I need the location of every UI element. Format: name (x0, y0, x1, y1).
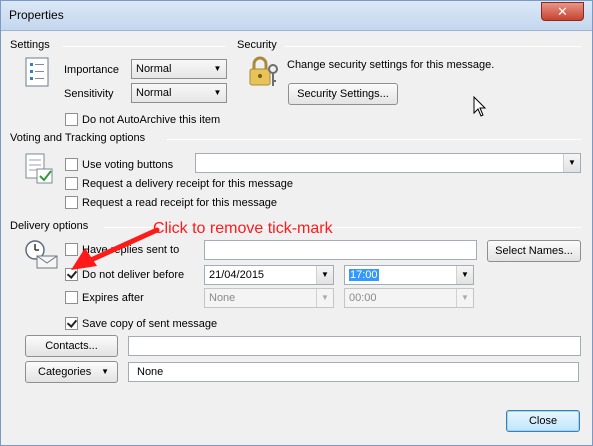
security-description: Change security settings for this messag… (287, 59, 495, 71)
use-voting-label: Use voting buttons (82, 159, 174, 171)
clock-envelope-icon (25, 240, 58, 269)
close-window-icon[interactable]: ✕ (541, 2, 584, 21)
settings-separator (63, 46, 225, 47)
contacts-field[interactable] (128, 336, 581, 356)
categories-value: None (137, 366, 164, 378)
use-voting-checkbox[interactable] (65, 158, 78, 171)
chevron-down-icon: ▼ (316, 289, 333, 307)
chevron-down-icon[interactable]: ▼ (456, 266, 473, 284)
save-copy-label: Save copy of sent message (82, 318, 218, 330)
expires-time-value: 00:00 (349, 292, 377, 304)
window-title: Properties (9, 8, 64, 22)
importance-label: Importance (64, 64, 120, 76)
voting-separator (167, 139, 581, 140)
dialog-body: Settings Importance Normal ▼ Sensitivity… (7, 32, 586, 440)
read-receipt-checkbox[interactable] (65, 196, 78, 209)
read-receipt-label: Request a read receipt for this message (82, 197, 278, 209)
expires-date-picker: None ▼ (204, 288, 334, 308)
chevron-down-icon: ▼ (213, 88, 222, 97)
chevron-down-icon: ▼ (213, 64, 222, 73)
chevron-down-icon: ▼ (456, 289, 473, 307)
voting-buttons-combo[interactable]: ▼ (195, 153, 581, 173)
delivery-receipt-label: Request a delivery receipt for this mess… (82, 178, 293, 190)
chevron-down-icon[interactable]: ▼ (563, 154, 580, 172)
save-copy-checkbox[interactable] (65, 317, 78, 330)
deliver-date-value: 21/04/2015 (209, 269, 265, 281)
security-heading: Security (237, 39, 277, 51)
chevron-down-icon[interactable]: ▼ (316, 266, 333, 284)
chevron-down-icon: ▼ (101, 367, 109, 376)
delivery-receipt-checkbox[interactable] (65, 177, 78, 190)
autoarchive-label: Do not AutoArchive this item (82, 114, 221, 126)
deliver-time-value: 17:00 (349, 269, 379, 281)
importance-dropdown[interactable]: Normal ▼ (131, 59, 227, 79)
importance-value: Normal (136, 63, 172, 75)
padlock-key-icon (249, 56, 278, 86)
annotation-arrow-icon (71, 227, 160, 270)
mouse-cursor-icon (473, 96, 487, 117)
categories-button[interactable]: Categories ▼ (25, 361, 118, 383)
document-list-icon (25, 57, 49, 87)
deliver-time-value-wrap: 17:00 (349, 269, 379, 281)
document-check-icon (25, 153, 53, 184)
annotation-text: Click to remove tick-mark (153, 220, 333, 237)
close-button[interactable]: Close (506, 410, 580, 432)
deliver-date-picker[interactable]: 21/04/2015 ▼ (204, 265, 334, 285)
security-separator (285, 46, 581, 47)
expires-checkbox[interactable] (65, 291, 78, 304)
expires-label: Expires after (82, 292, 144, 304)
categories-label: Categories (38, 366, 92, 378)
sensitivity-dropdown[interactable]: Normal ▼ (131, 83, 227, 103)
sensitivity-value: Normal (136, 87, 172, 99)
contacts-button[interactable]: Contacts... (25, 335, 118, 357)
security-settings-button[interactable]: Security Settings... (288, 83, 398, 105)
replies-to-field[interactable] (204, 240, 477, 260)
properties-dialog: Properties ✕ Settings Importance Normal … (0, 0, 593, 446)
select-names-button[interactable]: Select Names... (487, 240, 581, 262)
title-bar: Properties ✕ (1, 1, 592, 31)
expires-date-value: None (209, 292, 236, 304)
settings-heading: Settings (10, 39, 50, 51)
expires-time-combo: 00:00 ▼ (344, 288, 474, 308)
voting-heading: Voting and Tracking options (10, 132, 146, 144)
deliver-time-combo[interactable]: 17:00 ▼ (344, 265, 474, 285)
autoarchive-checkbox[interactable] (65, 113, 78, 126)
sensitivity-label: Sensitivity (64, 88, 114, 100)
categories-field: None (128, 362, 579, 382)
